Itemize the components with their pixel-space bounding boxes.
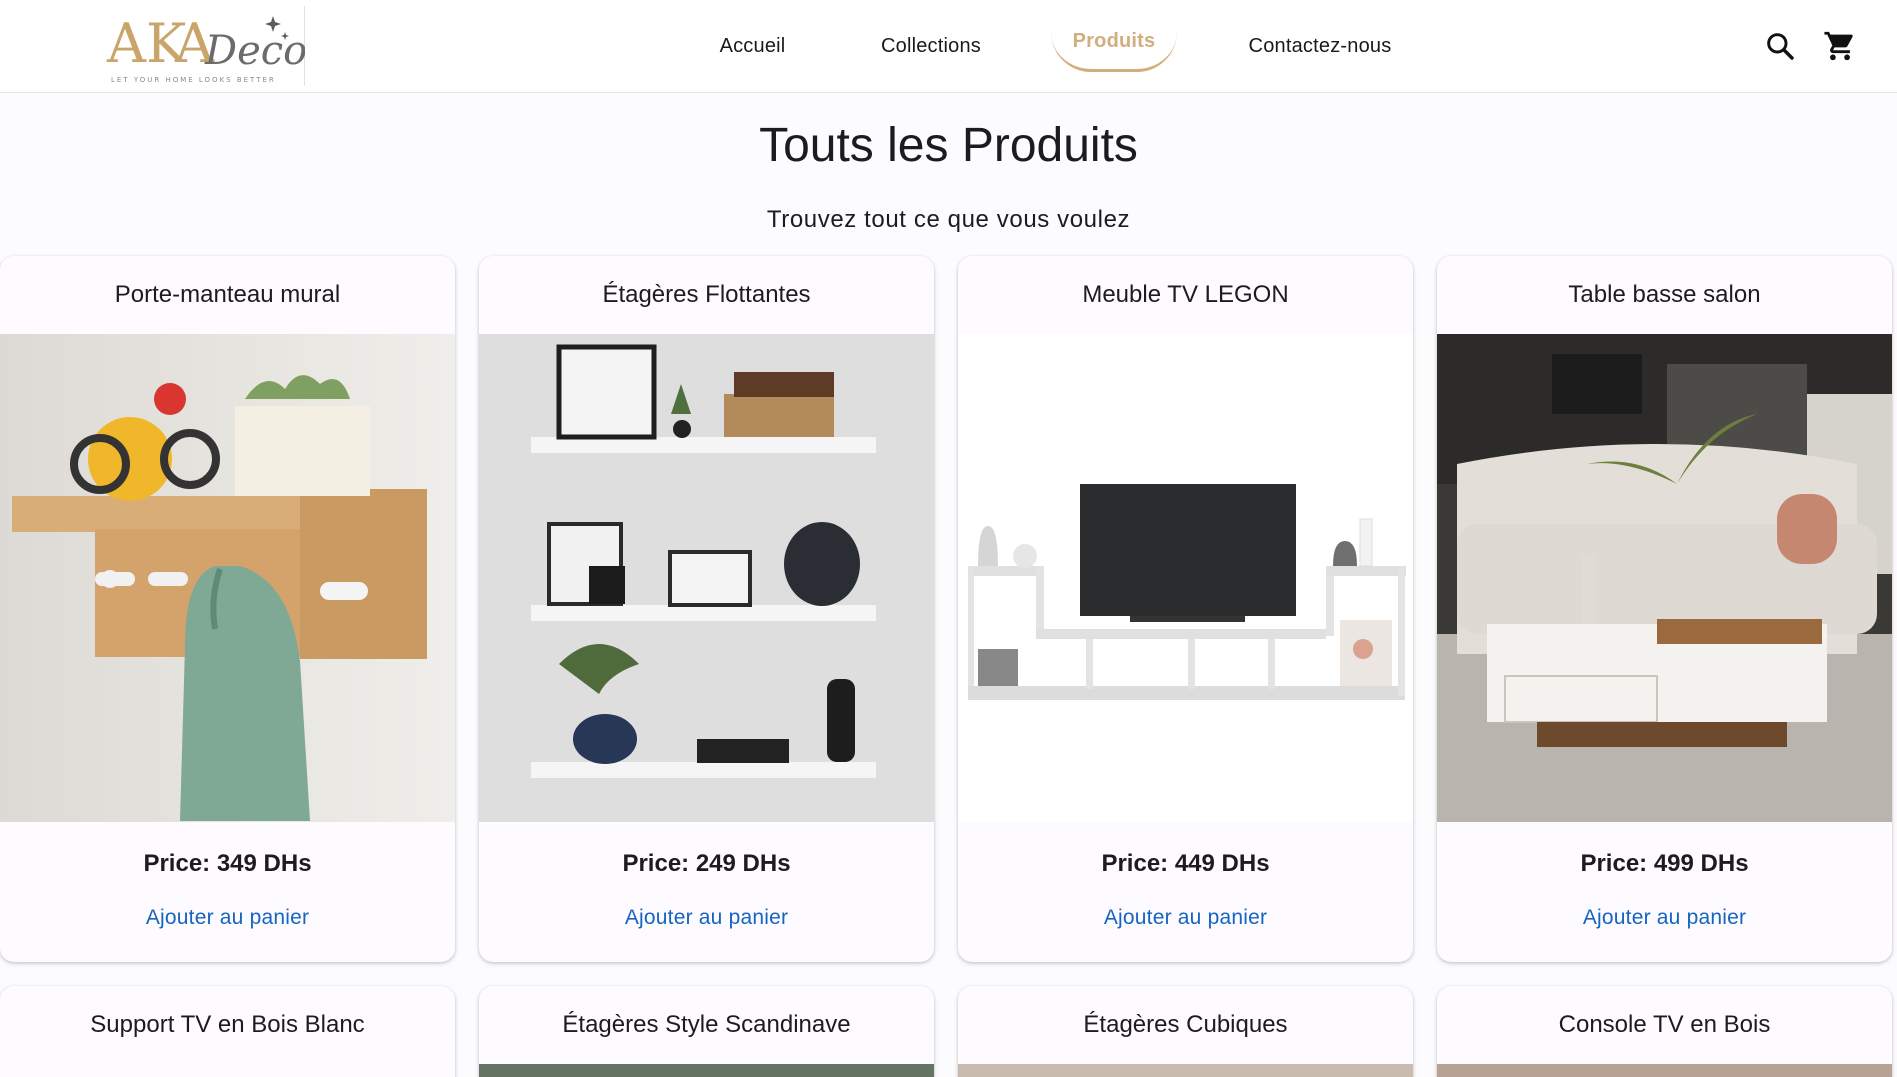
product-name: Étagères Style Scandinave <box>562 1011 851 1038</box>
nav-collections-label: Collections <box>880 35 982 57</box>
product-card: Étagères Flottantes Price: 249 DHs Ajout… <box>479 256 934 962</box>
page-title: Touts les Produits <box>759 119 1138 172</box>
search-button[interactable] <box>1760 26 1800 66</box>
nav-accueil-label: Accueil <box>719 35 786 57</box>
product-name: Étagères Cubiques <box>1083 1011 1288 1038</box>
product-name: Porte-manteau mural <box>114 281 341 308</box>
add-to-cart-button[interactable]: Ajouter au panier <box>1565 898 1764 938</box>
cart-icon <box>1824 31 1853 61</box>
wall-coat-rack-image <box>0 334 455 822</box>
cart-button[interactable] <box>1820 26 1860 66</box>
product-card: Étagères Cubiques <box>958 986 1413 1077</box>
add-to-cart-button[interactable]: Ajouter au panier <box>1086 898 1285 938</box>
add-to-cart-button[interactable]: Ajouter au panier <box>607 898 806 938</box>
product-name: Étagères Flottantes <box>602 281 811 308</box>
product-name: Support TV en Bois Blanc <box>90 1011 365 1038</box>
logo-image: AK A Deco LET YOUR HOME LOOKS BETTER <box>106 12 305 84</box>
nav-accueil[interactable]: Accueil <box>700 0 805 93</box>
product-name: Meuble TV LEGON <box>1082 281 1289 308</box>
svg-text:LET YOUR HOME LOOKS BETTER: LET YOUR HOME LOOKS BETTER <box>111 76 276 84</box>
product-name: Table basse salon <box>1568 281 1761 308</box>
cube-shelves-image <box>958 1064 1413 1077</box>
product-card: Support TV en Bois Blanc <box>0 986 455 1077</box>
nav-produits[interactable]: Produits <box>1051 0 1177 93</box>
nav-contact-label: Contactez-nous <box>1248 35 1392 57</box>
page-subtitle: Trouvez tout ce que vous voulez <box>766 206 1131 233</box>
nav-collections[interactable]: Collections <box>865 0 997 93</box>
product-card: Table basse salon Price: 499 DHs Ajouter… <box>1437 256 1892 962</box>
svg-text:Deco: Deco <box>204 28 305 74</box>
product-card: Étagères Style Scandinave <box>479 986 934 1077</box>
product-card: Porte-manteau mural Price: 349 DHs Ajout… <box>0 256 455 962</box>
wood-tv-console-image <box>1437 1064 1892 1077</box>
product-name: Console TV en Bois <box>1558 1011 1771 1038</box>
tv-unit-image <box>958 334 1413 822</box>
product-price: Price: 499 DHs <box>1580 850 1749 877</box>
product-price: Price: 249 DHs <box>622 850 791 877</box>
brand-logo[interactable]: AK A Deco LET YOUR HOME LOOKS BETTER <box>105 6 305 86</box>
product-card: Meuble TV LEGON Price: 449 DHs Ajouter a… <box>958 256 1413 962</box>
product-price: Price: 349 DHs <box>143 850 312 877</box>
product-price: Price: 449 DHs <box>1101 850 1270 877</box>
product-card: Console TV en Bois <box>1437 986 1892 1077</box>
floating-shelves-image <box>479 334 934 822</box>
nav-contact[interactable]: Contactez-nous <box>1236 0 1404 93</box>
nav-produits-label: Produits <box>1072 30 1156 52</box>
add-to-cart-button[interactable]: Ajouter au panier <box>128 898 327 938</box>
search-icon <box>1767 33 1794 60</box>
top-app-bar: AK A Deco LET YOUR HOME LOOKS BETTER Acc… <box>0 0 1897 93</box>
coffee-table-image <box>1437 334 1892 822</box>
scandinavian-shelves-image <box>479 1064 934 1077</box>
